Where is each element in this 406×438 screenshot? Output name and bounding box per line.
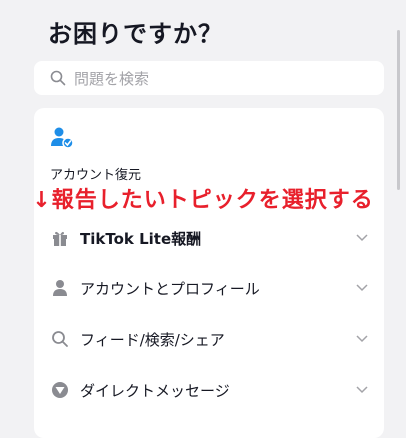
chevron-down-icon [356,234,368,242]
search-input[interactable]: 問題を検索 [34,61,384,95]
topic-row-direct-message[interactable]: ダイレクトメッセージ [34,370,384,410]
topic-row-account-profile[interactable]: アカウントとプロフィール [34,268,384,308]
topic-label: TikTok Lite報酬 [80,229,202,248]
person-icon [50,278,70,298]
help-sheet: お困りですか？ 問題を検索 アカウント復元 ↓報告したいトピックを選択する Ti… [0,0,406,438]
gift-icon [50,228,70,248]
chevron-down-icon [356,335,368,343]
topic-label: ダイレクトメッセージ [80,381,230,400]
search-icon [50,329,70,349]
search-placeholder: 問題を検索 [74,69,150,88]
topic-label: アカウントとプロフィール [80,279,260,298]
topic-row-feed-search-share[interactable]: フィード/検索/シェア [34,319,384,359]
account-recovery-icon[interactable] [50,126,74,150]
instruction-banner: ↓報告したいトピックを選択する [32,188,374,213]
page-title: お困りですか？ [48,20,223,48]
chevron-down-icon [356,386,368,394]
message-icon [50,380,70,400]
chevron-down-icon [356,284,368,292]
topic-row-lite-rewards[interactable]: TikTok Lite報酬 [34,218,384,258]
search-icon [50,70,66,86]
scrollbar[interactable] [397,30,400,190]
topic-label: フィード/検索/シェア [80,330,225,349]
